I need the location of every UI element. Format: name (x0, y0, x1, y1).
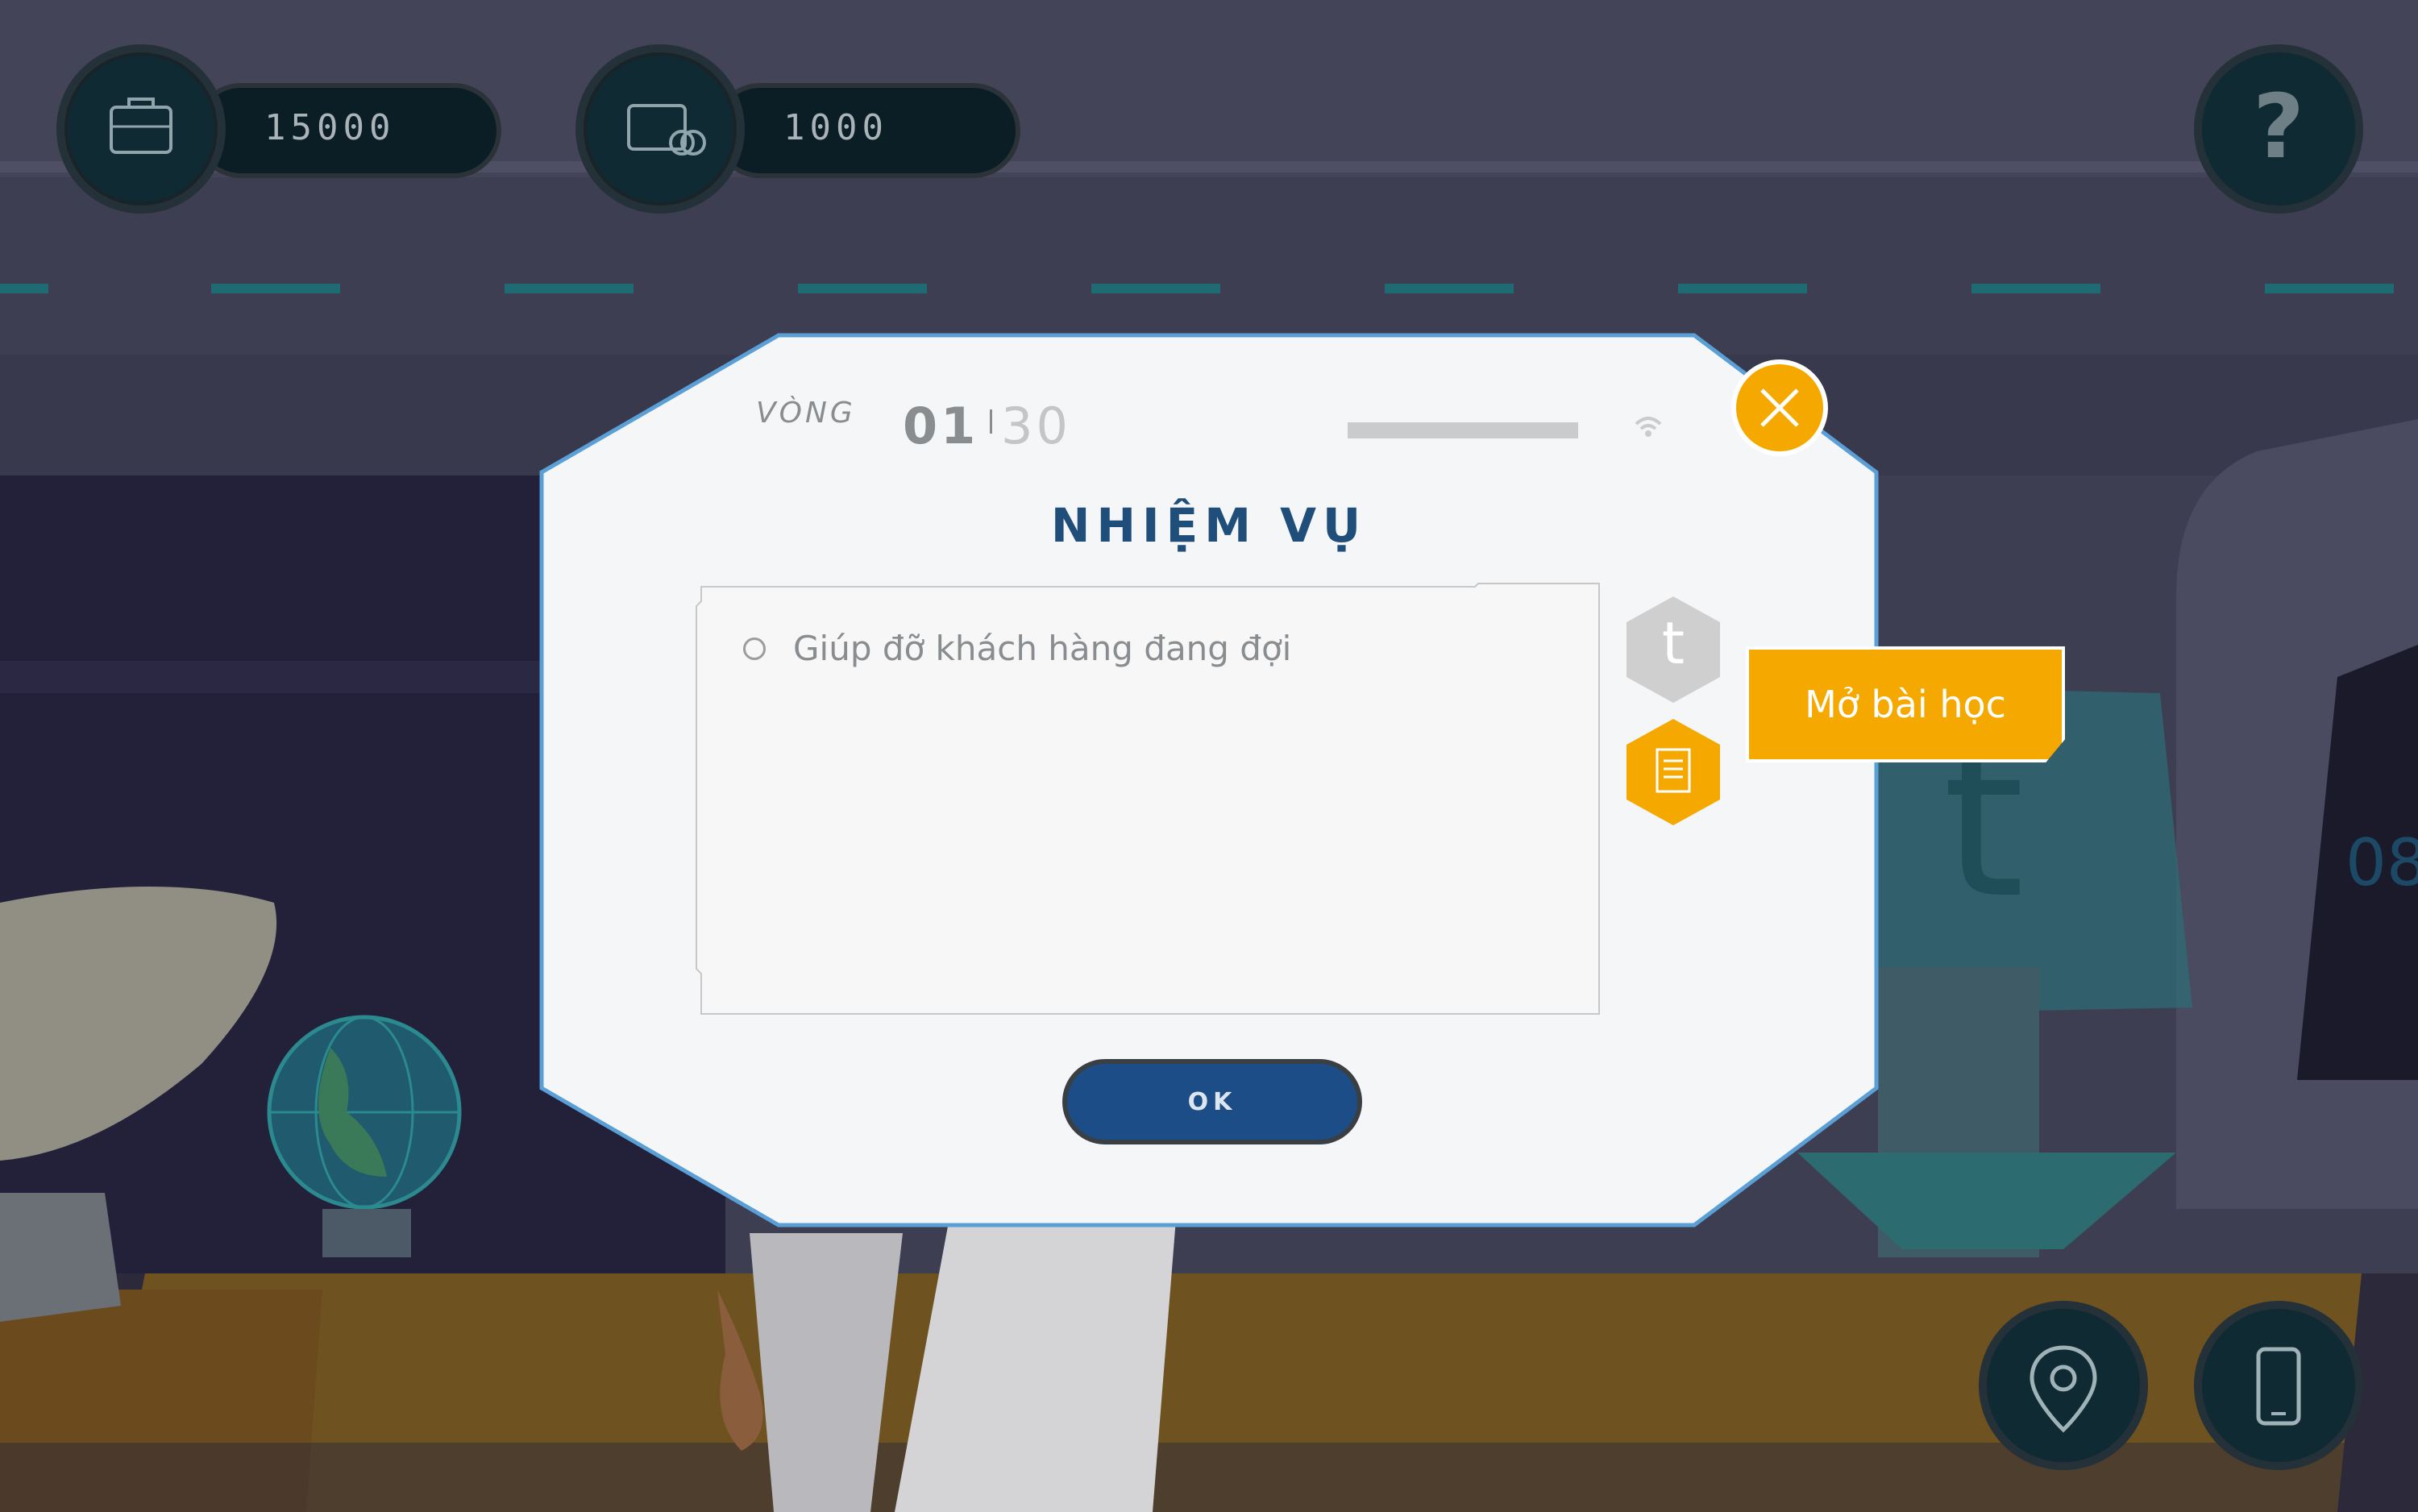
help-button[interactable]: ? (2194, 44, 2363, 214)
t-button[interactable]: t (1623, 595, 1723, 704)
map-button[interactable] (1979, 1301, 2148, 1470)
map-pin-icon (2030, 1345, 2097, 1433)
round-label: VÒNG (756, 397, 856, 430)
money-counter: 15000 (56, 44, 508, 214)
signal-strip (1348, 422, 1578, 438)
task-text: Giúp đỡ khách hàng đang đợi (793, 629, 1292, 668)
question-icon: ? (2253, 75, 2304, 178)
round-separator (990, 409, 992, 434)
ok-label: OK (1187, 1087, 1237, 1116)
svg-text:?: ? (2253, 75, 2304, 178)
list-item: Giúp đỡ khách hàng đang đợi (743, 629, 1549, 668)
task-list: Giúp đỡ khách hàng đang đợi (743, 629, 1549, 668)
mission-dialog: VÒNG 01 30 NHIỆM VỤ Giúp đỡ khách hàng đ… (538, 332, 1880, 1228)
close-icon (1760, 388, 1799, 427)
svg-text:08: 08 (2345, 825, 2418, 900)
briefcase-icon (56, 44, 226, 214)
round-total: 30 (1001, 397, 1071, 455)
t-icon: t (1661, 609, 1685, 677)
document-icon (1627, 719, 1720, 825)
money-value: 15000 (264, 107, 396, 148)
phone-button[interactable] (2194, 1301, 2363, 1470)
dialog-title: NHIỆM VỤ (1050, 498, 1368, 553)
wallet-value: 1000 (783, 107, 888, 148)
task-radio[interactable] (743, 637, 766, 660)
wallet-icon (575, 44, 745, 214)
lesson-button[interactable] (1623, 717, 1723, 827)
ok-button[interactable]: OK (1062, 1059, 1362, 1144)
wallet-counter: 1000 (575, 44, 1027, 214)
close-button[interactable] (1731, 359, 1828, 456)
phone-icon (2256, 1347, 2301, 1426)
round-current: 01 (903, 397, 979, 455)
lesson-tooltip: Mở bài học (1746, 646, 2065, 762)
